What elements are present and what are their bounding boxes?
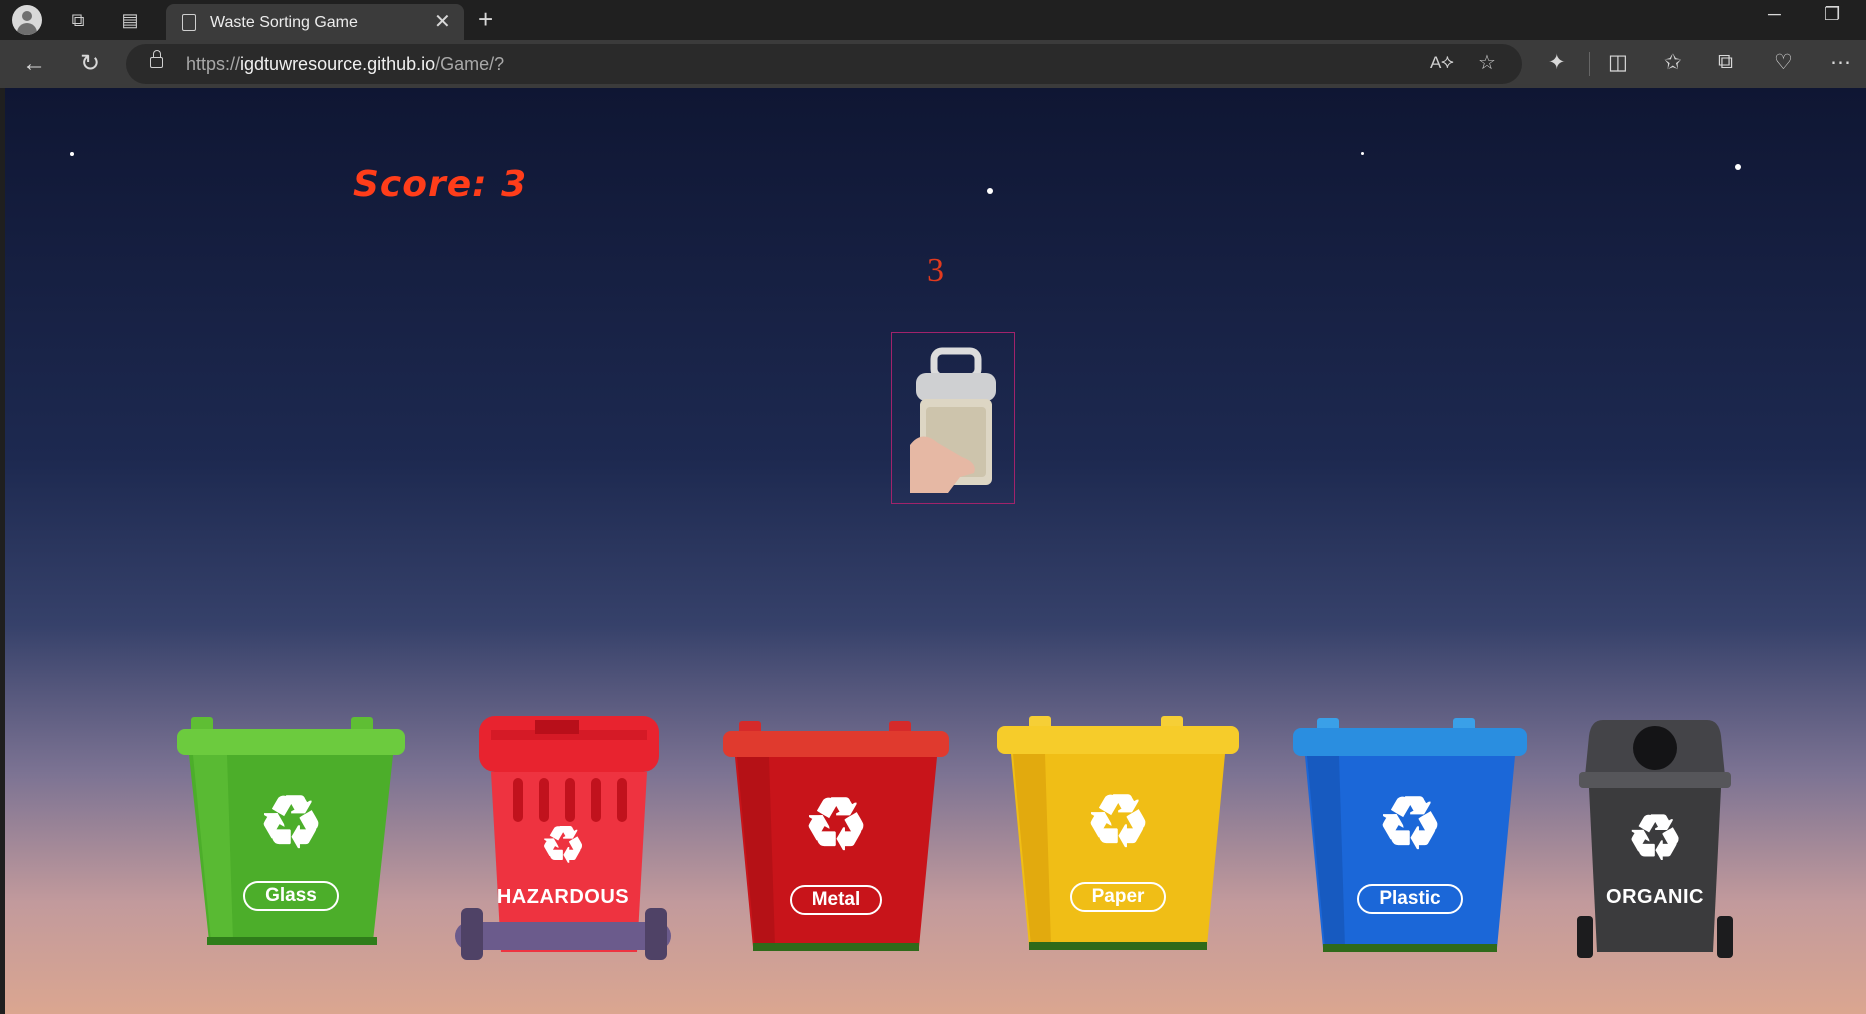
star bbox=[1735, 164, 1741, 170]
bin-organic[interactable]: ♻ ORGANIC bbox=[1573, 720, 1737, 964]
tab-waste-sorting-game[interactable]: Waste Sorting Game ✕ bbox=[166, 4, 464, 40]
extensions-icon[interactable]: ✦ bbox=[1548, 50, 1566, 75]
score-display: Score: 3 bbox=[353, 164, 528, 205]
browser-essentials-icon[interactable]: ♡ bbox=[1774, 50, 1793, 75]
more-menu-icon[interactable]: ⋯ bbox=[1830, 50, 1851, 75]
new-tab-icon[interactable]: + bbox=[478, 4, 493, 35]
refresh-icon[interactable]: ↻ bbox=[74, 48, 106, 80]
address-bar[interactable]: https://igdtuwresource.github.io/Game/? … bbox=[126, 44, 1522, 84]
tab-title: Waste Sorting Game bbox=[210, 14, 358, 31]
bin-label-organic: ORGANIC bbox=[1606, 886, 1704, 908]
bin-label-hazardous: HAZARDOUS bbox=[496, 886, 630, 908]
favorites-icon[interactable]: ✩ bbox=[1664, 50, 1682, 75]
bin-metal[interactable]: ♻ Metal bbox=[719, 721, 953, 961]
vertical-tabs-icon[interactable]: ▤ bbox=[116, 6, 144, 34]
restore-icon[interactable]: ❐ bbox=[1824, 4, 1840, 25]
workspaces-icon[interactable]: ⧉ bbox=[64, 6, 92, 34]
bin-label-plastic: Plastic bbox=[1357, 884, 1463, 914]
countdown-timer: 3 bbox=[927, 252, 944, 289]
recycle-icon: ♻ bbox=[1085, 782, 1151, 862]
recycle-icon: ♻ bbox=[1377, 784, 1443, 864]
bin-glass[interactable]: ♻ Glass bbox=[171, 717, 411, 957]
bin-label-metal: Metal bbox=[789, 885, 883, 915]
recycle-icon: ♻ bbox=[803, 785, 869, 865]
bin-label-glass: Glass bbox=[243, 881, 339, 911]
bin-hazardous[interactable]: ♻ HAZARDOUS bbox=[451, 716, 675, 962]
profile-avatar-icon[interactable] bbox=[12, 5, 42, 35]
tab-bar: ⧉ ▤ Waste Sorting Game ✕ + ─ ❐ bbox=[0, 0, 1866, 40]
close-tab-icon[interactable]: ✕ bbox=[434, 9, 451, 34]
bin-paper[interactable]: ♻ Paper bbox=[993, 716, 1243, 960]
star bbox=[1361, 152, 1364, 155]
falling-waste-item[interactable] bbox=[891, 332, 1015, 504]
url-text[interactable]: https://igdtuwresource.github.io/Game/? bbox=[186, 54, 504, 75]
bin-label-paper: Paper bbox=[1069, 882, 1167, 912]
lock-icon[interactable] bbox=[150, 50, 163, 68]
read-aloud-icon[interactable]: A⯎ bbox=[1430, 53, 1454, 73]
back-icon[interactable]: ← bbox=[18, 48, 50, 80]
recycle-icon: ♻ bbox=[258, 783, 324, 863]
minimize-icon[interactable]: ─ bbox=[1768, 4, 1781, 25]
page-icon bbox=[182, 14, 196, 31]
star bbox=[987, 188, 993, 194]
game-area: Score: 3 3 ♻ Glass ♻ HAZARDOUS ♻ Metal ♻… bbox=[5, 88, 1866, 1014]
favorite-star-icon[interactable]: ☆ bbox=[1478, 50, 1496, 75]
recycle-icon: ♻ bbox=[540, 817, 586, 873]
plastic-container-image bbox=[910, 347, 996, 493]
browser-toolbar: ← ↻ https://igdtuwresource.github.io/Gam… bbox=[0, 40, 1866, 88]
bin-plastic[interactable]: ♻ Plastic bbox=[1289, 718, 1531, 962]
split-screen-icon[interactable]: ◫ bbox=[1608, 50, 1628, 75]
collections-icon[interactable]: ⧉ bbox=[1718, 50, 1733, 74]
toolbar-divider bbox=[1589, 52, 1590, 76]
star bbox=[70, 152, 74, 156]
recycle-icon: ♻ bbox=[1627, 804, 1683, 873]
